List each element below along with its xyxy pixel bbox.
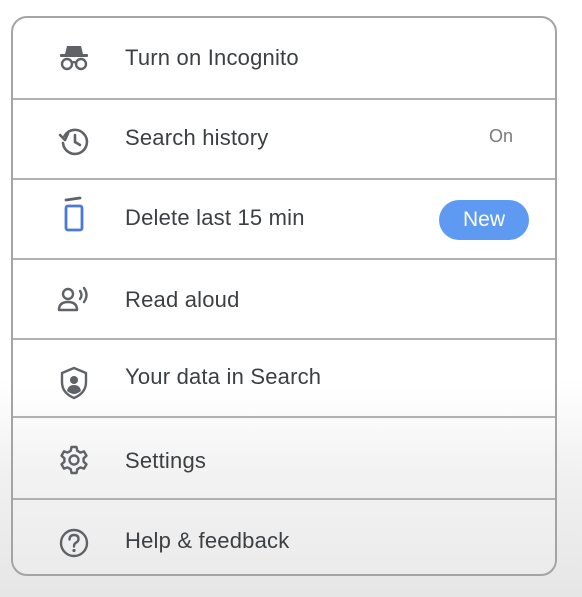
search-history-label: Search history [125, 125, 269, 150]
menu-item-delete-last-15[interactable]: Delete last 15 min New [13, 180, 555, 260]
menu-item-your-data[interactable]: Your data in Search [13, 340, 555, 418]
history-icon [57, 124, 91, 158]
your-data-label: Your data in Search [125, 364, 322, 389]
menu-item-incognito[interactable]: Turn on Incognito [13, 18, 555, 100]
trash-icon [57, 196, 91, 232]
gear-icon [57, 443, 91, 477]
menu-item-settings[interactable]: Settings [13, 418, 555, 500]
help-label: Help & feedback [125, 528, 290, 553]
search-history-status: On [488, 126, 513, 146]
help-circle-icon [57, 526, 91, 560]
incognito-icon [57, 40, 91, 74]
menu-item-search-history[interactable]: Search history On [13, 100, 555, 180]
settings-label: Settings [125, 448, 207, 473]
read-aloud-icon [57, 284, 91, 318]
delete-last-15-label: Delete last 15 min [125, 205, 305, 230]
menu-item-read-aloud[interactable]: Read aloud [13, 260, 555, 340]
new-badge: New [439, 200, 529, 240]
read-aloud-label: Read aloud [125, 287, 240, 312]
incognito-label: Turn on Incognito [125, 45, 299, 70]
shield-account-icon [57, 366, 91, 400]
overflow-menu: Turn on Incognito Search history On Dele… [11, 16, 557, 576]
menu-item-help[interactable]: Help & feedback [13, 500, 555, 574]
